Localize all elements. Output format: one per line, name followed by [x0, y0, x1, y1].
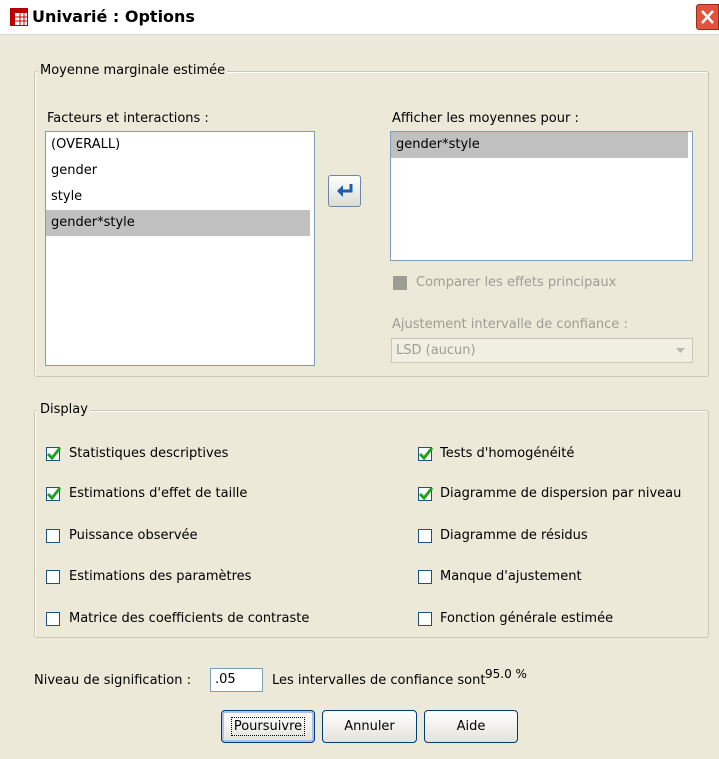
effect-size-checkbox[interactable]: [46, 487, 62, 501]
app-grid-icon: [10, 8, 28, 26]
compare-main-effects-label: Comparer les effets principaux: [416, 275, 617, 290]
residual-plot-checkbox[interactable]: [418, 529, 432, 543]
ci-value: 95.0 %: [485, 667, 527, 681]
display-group: [34, 410, 709, 638]
emm-group-legend: Moyenne marginale estimée: [38, 63, 228, 78]
factors-label: Facteurs et interactions :: [47, 111, 209, 126]
list-item[interactable]: style: [46, 184, 310, 210]
parameter-estimates-label: Estimations des paramètres: [69, 569, 252, 584]
arrow-left-icon: [336, 184, 352, 197]
descriptive-stats-checkbox[interactable]: [46, 447, 62, 461]
move-to-display-button[interactable]: [328, 175, 361, 207]
window-title: Univarié : Options: [32, 7, 195, 26]
observed-power-label: Puissance observée: [69, 528, 198, 543]
spread-level-plot-checkbox[interactable]: [418, 487, 434, 501]
ci-adjust-select[interactable]: LSD (aucun): [391, 338, 693, 363]
contrast-coefficients-checkbox[interactable]: [46, 612, 60, 626]
ci-adjust-label: Ajustement intervalle de confiance :: [392, 317, 628, 332]
residual-plot-label: Diagramme de résidus: [440, 528, 588, 543]
significance-input[interactable]: .05: [210, 668, 263, 692]
general-estimable-function-checkbox[interactable]: [418, 612, 432, 626]
display-group-legend: Display: [38, 402, 90, 417]
ci-text: Les intervalles de confiance sont: [272, 673, 486, 688]
checkmark-icon: [418, 487, 434, 501]
display-means-label: Afficher les moyennes pour :: [392, 111, 579, 126]
lack-of-fit-label: Manque d'ajustement: [440, 569, 582, 584]
observed-power-checkbox[interactable]: [46, 529, 60, 543]
factors-listbox[interactable]: (OVERALL) gender style gender*style: [45, 131, 315, 366]
continue-button-label: Poursuivre: [230, 717, 306, 736]
lack-of-fit-checkbox[interactable]: [418, 570, 432, 584]
descriptive-stats-label: Statistiques descriptives: [69, 446, 229, 461]
close-icon: [701, 10, 714, 24]
chevron-down-icon: [671, 341, 690, 360]
checkmark-icon: [46, 487, 62, 501]
help-button[interactable]: Aide: [424, 710, 518, 743]
homogeneity-tests-label: Tests d'homogénéité: [440, 446, 575, 461]
parameter-estimates-checkbox[interactable]: [46, 570, 60, 584]
general-estimable-function-label: Fonction générale estimée: [440, 611, 614, 626]
spread-level-plot-label: Diagramme de dispersion par niveau: [440, 486, 682, 501]
title-bar[interactable]: Univarié : Options: [0, 0, 719, 35]
compare-main-effects-checkbox[interactable]: [393, 276, 407, 290]
homogeneity-tests-checkbox[interactable]: [418, 447, 434, 461]
significance-label: Niveau de signification :: [34, 673, 191, 688]
continue-button[interactable]: Poursuivre: [221, 710, 315, 743]
list-item[interactable]: gender*style: [46, 210, 310, 236]
checkmark-icon: [46, 447, 62, 461]
list-item[interactable]: (OVERALL): [46, 132, 310, 158]
checkmark-icon: [418, 447, 434, 461]
display-means-listbox[interactable]: gender*style: [390, 131, 693, 261]
list-item[interactable]: gender: [46, 158, 310, 184]
ci-adjust-value: LSD (aucun): [396, 343, 476, 358]
close-button[interactable]: [696, 4, 719, 30]
contrast-coefficients-label: Matrice des coefficients de contraste: [69, 611, 310, 626]
effect-size-label: Estimations d'effet de taille: [69, 486, 248, 501]
cancel-button[interactable]: Annuler: [322, 710, 417, 743]
list-item[interactable]: gender*style: [391, 132, 688, 158]
